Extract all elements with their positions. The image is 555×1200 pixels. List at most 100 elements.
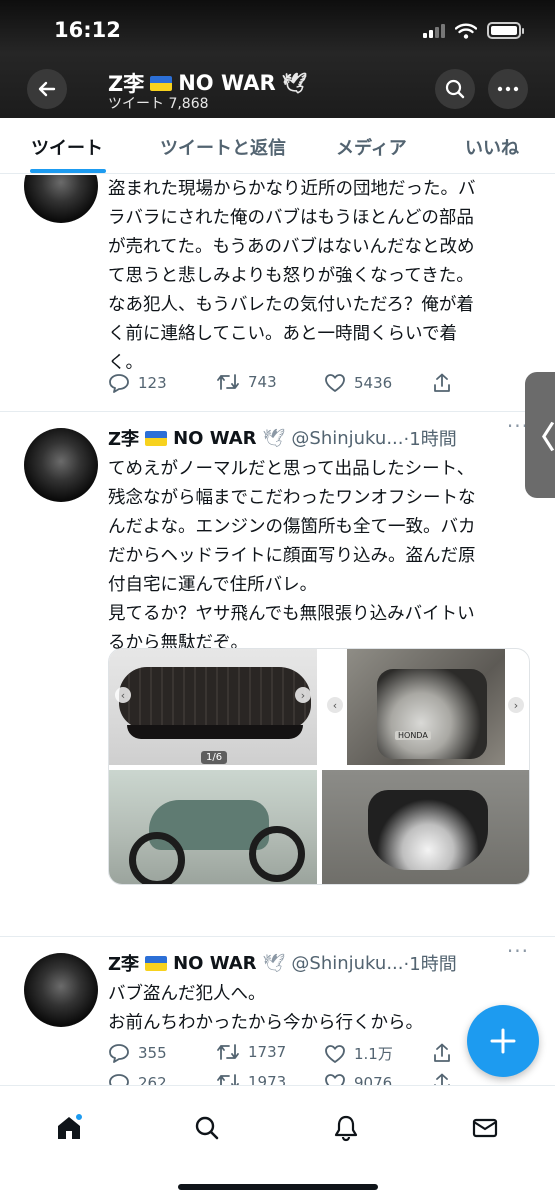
tweet-text-line: が売れてた。もうあのバブはないんだなと改め — [108, 237, 475, 257]
tweet-actions: 355 1737 1.1万 — [108, 1043, 450, 1065]
tab-likes[interactable]: いいね — [465, 134, 519, 160]
tweet-text: てめえがノーマルだと思って出品したシート、 残念ながら幅までこだわったワンオフシ… — [108, 455, 528, 658]
search-button[interactable] — [435, 69, 475, 109]
dove-icon: 🕊 — [262, 952, 286, 974]
plus-icon — [490, 1028, 516, 1054]
reply-icon — [109, 374, 129, 393]
arrow-left-icon — [38, 81, 56, 97]
status-time: 16:12 — [54, 18, 121, 42]
tweet-count: ツイート 7,868 — [108, 96, 209, 112]
retweet-button[interactable]: 743 — [216, 373, 277, 391]
retweet-icon — [217, 374, 239, 390]
tweet-text-line: お前んちわかったから今から行くから。 — [108, 1013, 423, 1033]
tweet-time: ·1時間 — [403, 429, 457, 450]
notification-dot — [75, 1113, 83, 1121]
media-bike-photo[interactable] — [109, 770, 317, 884]
tab-tweets-and-replies[interactable]: ツイートと返信 — [160, 134, 286, 160]
avatar[interactable] — [24, 428, 98, 502]
nav-notifications[interactable] — [326, 1108, 366, 1148]
nav-home[interactable] — [49, 1108, 89, 1148]
profile-tabs: ツイート ツイートと返信 メディア いいね — [0, 118, 555, 174]
tweet-text: バブ盗んだ犯人へ。 お前んちわかったから今から行くから。 — [108, 980, 528, 1038]
tab-tweets[interactable]: ツイート — [31, 134, 103, 160]
tweet-text-line: んだよな。エンジンの傷箇所も全て一致。バカ — [108, 517, 476, 537]
nav-search[interactable] — [187, 1108, 227, 1148]
carousel-next-icon[interactable]: › — [295, 687, 311, 703]
bike-wheel-image — [129, 832, 185, 884]
bell-icon — [334, 1115, 358, 1142]
signal-icon — [423, 23, 445, 38]
retweet-button[interactable]: 1737 — [216, 1043, 286, 1061]
like-count: 1.1万 — [354, 1045, 393, 1063]
avatar[interactable] — [24, 175, 98, 223]
dove-icon: 🕊 — [262, 427, 286, 449]
tweet[interactable]: Z李 NO WAR 🕊 @Shinjuku... ·1時間 ··· バブ盗んだ犯… — [0, 937, 555, 1085]
ukraine-flag-icon — [145, 430, 168, 446]
tweet-actions: 123 743 5436 — [108, 373, 450, 395]
tweet[interactable]: Z李 NO WAR 🕊 @Shinjuku... ·1時間 ··· てめえがノー… — [0, 412, 555, 1085]
battery-icon — [487, 22, 524, 39]
tweet-text-line: なあ犯人、もうバレたの気付いただろ？俺が着 — [108, 295, 474, 315]
author-name-prefix[interactable]: Z李 — [108, 425, 139, 451]
retweet-count: 743 — [248, 373, 277, 391]
nav-messages[interactable] — [465, 1108, 505, 1148]
compose-tweet-button[interactable] — [467, 1005, 539, 1077]
tweet-text-line: てめえがノーマルだと思って出品したシート、 — [108, 459, 475, 479]
tweet-text-line: バブ盗んだ犯人へ。 — [108, 984, 266, 1004]
tab-media[interactable]: メディア — [336, 134, 407, 160]
media-grid[interactable]: ‹ › 1/6 ‹ HONDA › — [108, 648, 530, 885]
more-button[interactable] — [488, 69, 528, 109]
reply-count: 355 — [138, 1044, 167, 1062]
headlight-image — [368, 790, 488, 870]
author-name-suffix[interactable]: NO WAR — [173, 953, 256, 974]
like-button[interactable]: 5436 — [324, 373, 392, 393]
share-button[interactable] — [432, 373, 452, 393]
reply-icon — [109, 1044, 129, 1063]
share-button[interactable] — [432, 1043, 452, 1063]
status-icons — [423, 22, 524, 39]
chevron-left-icon: 〈 — [525, 421, 555, 456]
seat-base-image — [127, 725, 303, 739]
reply-count: 123 — [138, 374, 167, 392]
like-button[interactable]: 1.1万 — [324, 1043, 393, 1064]
more-icon — [497, 86, 519, 92]
share-icon — [434, 1043, 450, 1062]
reply-button[interactable]: 123 — [108, 373, 167, 393]
author-handle[interactable]: @Shinjuku... — [291, 953, 403, 974]
tweet-more-icon[interactable]: ··· — [507, 939, 529, 963]
tweet-header: Z李 NO WAR 🕊 @Shinjuku... ·1時間 — [108, 425, 457, 451]
heart-icon — [325, 1044, 345, 1063]
tweet-text-line: だからヘッドライトに顔面写り込み。盗んだ原 — [108, 546, 476, 566]
dove-icon: 🕊 — [281, 71, 308, 95]
tweet-text-line: 盗まれた現場からかなり近所の団地だった。バ — [108, 179, 476, 199]
media-engine-photo[interactable]: HONDA — [347, 649, 505, 765]
carousel-next-icon[interactable]: › — [508, 697, 524, 713]
author-handle[interactable]: @Shinjuku... — [291, 428, 403, 449]
ukraine-flag-icon — [150, 75, 173, 91]
retweet-count: 1737 — [248, 1043, 287, 1061]
tweet-text-line: 残念ながら幅までこだわったワンオフシートな — [108, 488, 476, 508]
tweet-text-line: ラバラにされた俺のバブはもうほとんどの部品 — [108, 208, 474, 228]
tweet[interactable]: 盗まれた現場からかなり近所の団地だった。バ ラバラにされた俺のバブはもうほとんど… — [0, 175, 555, 412]
media-headlight-photo[interactable] — [322, 770, 529, 884]
wifi-icon — [455, 23, 477, 39]
media-seat-photo[interactable]: ‹ › 1/6 — [109, 649, 317, 765]
side-panel-tab[interactable]: 〈 — [525, 372, 555, 498]
carousel-prev-icon[interactable]: ‹ — [115, 687, 131, 703]
tweet-text-line: 見てるか？ヤサ飛んでも無限張り込みバイトい — [108, 604, 475, 624]
back-button[interactable] — [27, 69, 67, 109]
profile-header: 16:12 Z李 NO WAR 🕊 ツイート 7,868 — [0, 0, 555, 118]
reply-button[interactable]: 355 — [108, 1043, 167, 1063]
profile-name-suffix: NO WAR — [178, 71, 276, 95]
avatar[interactable] — [24, 953, 98, 1027]
author-name-prefix[interactable]: Z李 — [108, 950, 139, 976]
tweet-time: ·1時間 — [403, 954, 457, 975]
retweet-icon — [217, 1044, 239, 1060]
carousel-prev-icon[interactable]: ‹ — [327, 697, 343, 713]
tweet-text-line: 付自宅に運んで住所バレ。 — [108, 575, 318, 595]
tweet-feed: 盗まれた現場からかなり近所の団地だった。バ ラバラにされた俺のバブはもうほとんど… — [0, 175, 555, 1085]
author-name-suffix[interactable]: NO WAR — [173, 428, 256, 449]
tweet-text-line: て思うと悲しみよりも怒りが強くなってきた。 — [108, 266, 474, 286]
engine-brand-label: HONDA — [395, 731, 431, 740]
bike-wheel-image — [249, 826, 305, 882]
